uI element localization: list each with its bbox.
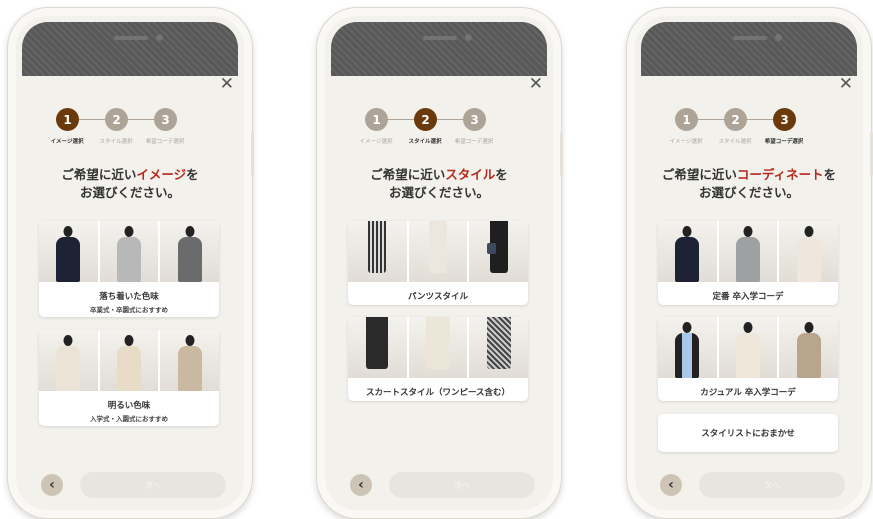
step-1: 1 [56, 108, 79, 131]
option-label: 落ち着いた色味 [99, 292, 159, 302]
option-sub-label: 卒業式・卒園式におすすめ [90, 306, 168, 314]
next-button[interactable]: 次へ [699, 472, 845, 498]
chevron-left-icon: ‹ [49, 477, 55, 493]
chevron-left-icon: ‹ [668, 477, 674, 493]
option-card-pants-style[interactable]: パンツスタイル [348, 221, 528, 305]
close-icon[interactable]: ✕ [529, 76, 543, 93]
next-button[interactable]: 次へ [389, 472, 535, 498]
step-label-3: 希望コーデ選択 [454, 139, 494, 145]
phone-side-button [251, 132, 254, 176]
option-label: パンツスタイル [408, 292, 468, 302]
option-card-classic-coordinate[interactable]: 定番 卒入学コーデ [658, 221, 838, 305]
back-button[interactable]: ‹ [41, 474, 63, 496]
phone-screen-image-select: ✕ 1 2 3 イメージ選択 スタイル選択 希望コーデ選択 ご希望に近いイメージ… [8, 8, 252, 518]
outfit-photo [408, 317, 468, 378]
outfit-photo [99, 221, 159, 282]
outfit-photo [348, 221, 407, 282]
outfit-photo [160, 221, 219, 282]
step-indicator: 1 2 3 [56, 108, 204, 132]
outfit-photo [99, 330, 159, 391]
step-label-2: スタイル選択 [718, 139, 752, 145]
phone-notch [331, 22, 547, 76]
next-button[interactable]: 次へ [80, 472, 226, 498]
phone-side-button [560, 132, 563, 176]
outfit-photo [39, 330, 98, 391]
step-1: 1 [365, 108, 388, 131]
outfit-photo [469, 221, 528, 282]
phone-notch [641, 22, 857, 76]
back-button[interactable]: ‹ [660, 474, 682, 496]
outfit-photo [160, 330, 219, 391]
close-icon[interactable]: ✕ [220, 76, 234, 93]
phone-screen-coordinate-select: ✕ 1 2 3 イメージ選択 スタイル選択 希望コーデ選択 ご希望に近いコーディ… [627, 8, 871, 518]
outfit-photo [718, 317, 778, 378]
outfit-photo [779, 221, 838, 282]
step-3: 3 [154, 108, 177, 131]
step-2: 2 [414, 108, 437, 131]
outfit-photo [469, 317, 528, 378]
page-heading: ご希望に近いスタイルを お選びください。 [370, 167, 508, 200]
outfit-photo [408, 221, 468, 282]
step-label-2: スタイル選択 [99, 139, 133, 145]
stylist-choice-button[interactable]: スタイリストにおまかせ [658, 414, 838, 452]
step-3: 3 [773, 108, 796, 131]
outfit-photo [658, 317, 717, 378]
outfit-photo [658, 221, 717, 282]
outfit-photo [718, 221, 778, 282]
outfit-photo [39, 221, 98, 282]
step-3: 3 [463, 108, 486, 131]
phone-screen-style-select: ✕ 1 2 3 イメージ選択 スタイル選択 希望コーデ選択 ご希望に近いスタイル… [317, 8, 561, 518]
chevron-left-icon: ‹ [358, 477, 364, 493]
step-2: 2 [105, 108, 128, 131]
option-label: スカートスタイル（ワンピース含む） [365, 388, 511, 398]
option-sub-label: 入学式・入園式におすすめ [90, 415, 168, 423]
step-label-3: 希望コーデ選択 [145, 139, 185, 145]
step-2: 2 [724, 108, 747, 131]
close-icon[interactable]: ✕ [839, 76, 853, 93]
option-label: 明るい色味 [107, 401, 151, 411]
step-label-3: 希望コーデ選択 [764, 139, 804, 145]
step-label-1: イメージ選択 [359, 139, 393, 145]
page-heading: ご希望に近いイメージを お選びください。 [61, 167, 199, 200]
option-label: 定番 卒入学コーデ [712, 292, 784, 302]
option-card-skirt-style[interactable]: スカートスタイル（ワンピース含む） [348, 317, 528, 401]
step-1: 1 [675, 108, 698, 131]
page-heading: ご希望に近いコーディネートを お選びください。 [661, 167, 837, 200]
back-button[interactable]: ‹ [350, 474, 372, 496]
step-label-1: イメージ選択 [50, 139, 84, 145]
option-card-subdued-colors[interactable]: 落ち着いた色味 卒業式・卒園式におすすめ [39, 221, 219, 317]
step-indicator: 1 2 3 [365, 108, 513, 132]
option-label: カジュアル 卒入学コーデ [700, 388, 796, 398]
option-card-casual-coordinate[interactable]: カジュアル 卒入学コーデ [658, 317, 838, 401]
step-label-1: イメージ選択 [669, 139, 703, 145]
outfit-photo [779, 317, 838, 378]
step-label-2: スタイル選択 [408, 139, 442, 145]
option-card-bright-colors[interactable]: 明るい色味 入学式・入園式におすすめ [39, 330, 219, 426]
step-indicator: 1 2 3 [675, 108, 823, 132]
phone-notch [22, 22, 238, 76]
outfit-photo [348, 317, 407, 378]
